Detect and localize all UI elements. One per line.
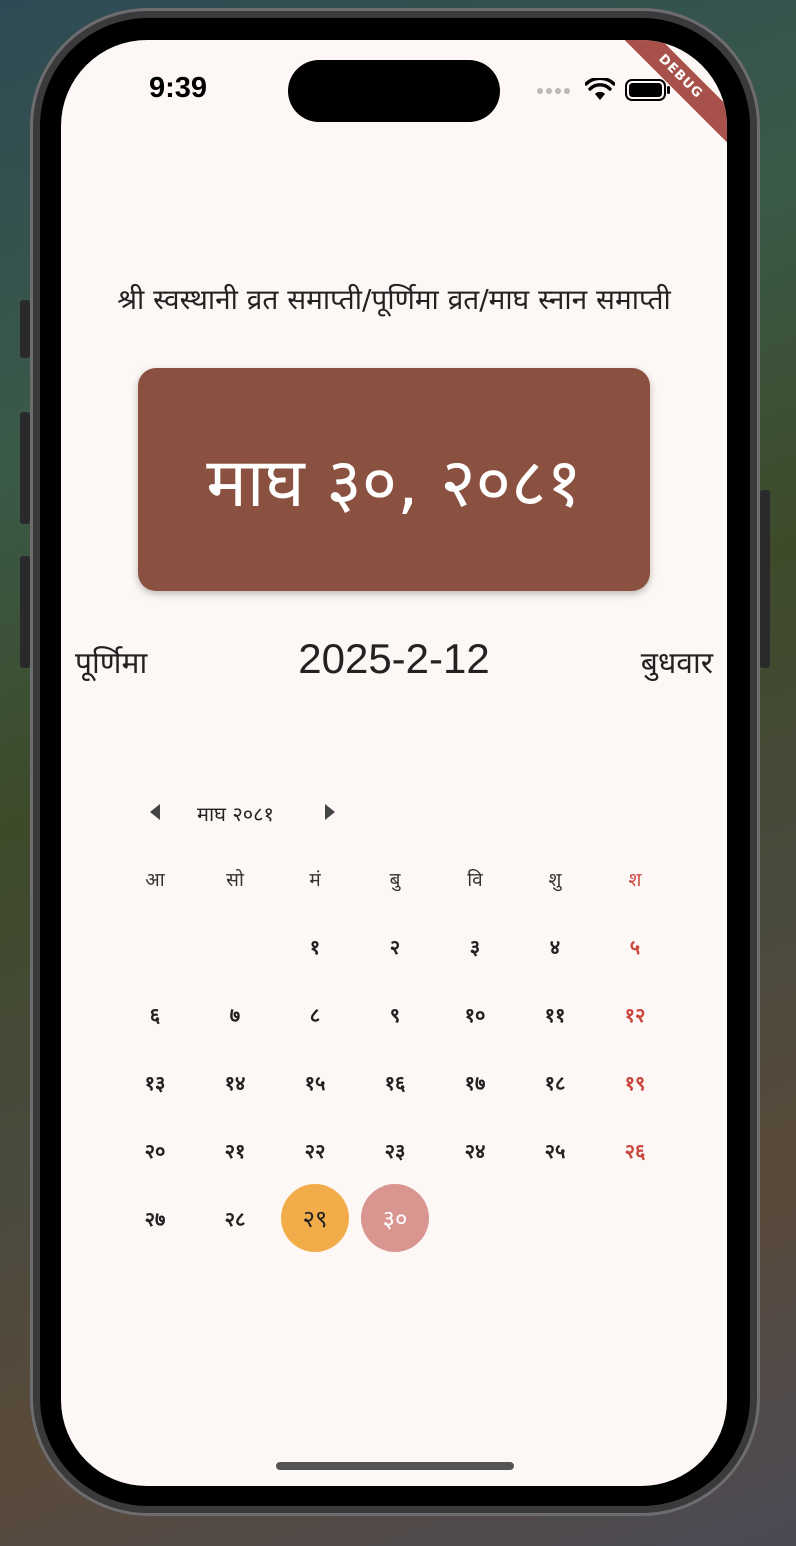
home-indicator[interactable] (276, 1462, 514, 1470)
calendar-day[interactable]: १६ (361, 1048, 429, 1116)
calendar-day[interactable]: ४ (521, 912, 589, 980)
wifi-icon (585, 78, 615, 100)
calendar-day[interactable]: ११ (521, 980, 589, 1048)
volume-up-button (20, 412, 30, 524)
weekday-label: बुधवार (640, 646, 713, 681)
gregorian-date: 2025-2-12 (298, 635, 490, 682)
nepali-date-card[interactable]: माघ ३०, २०८१ (138, 368, 650, 591)
prev-month-icon[interactable] (150, 804, 160, 820)
calendar-day[interactable]: २ (361, 912, 429, 980)
calendar-day[interactable]: ३ (441, 912, 509, 980)
calendar-day[interactable]: २७ (121, 1184, 189, 1252)
next-month-icon[interactable] (325, 804, 335, 820)
power-button (760, 490, 770, 668)
calendar-day[interactable]: ६ (121, 980, 189, 1048)
calendar-day[interactable]: १ (281, 912, 349, 980)
calendar-day[interactable]: १७ (441, 1048, 509, 1116)
calendar-day[interactable]: ३० (361, 1184, 429, 1252)
calendar-day[interactable]: २२ (281, 1116, 349, 1184)
weekday-tue: मं (309, 869, 321, 891)
calendar-day[interactable]: १२ (601, 980, 669, 1048)
calendar-day[interactable]: २३ (361, 1116, 429, 1184)
battery-icon (625, 79, 670, 101)
calendar-day[interactable]: २५ (521, 1116, 589, 1184)
calendar-day[interactable]: २८ (201, 1184, 269, 1252)
weekday-mon: सो (226, 869, 244, 891)
calendar-day[interactable]: २० (121, 1116, 189, 1184)
calendar-day[interactable]: १० (441, 980, 509, 1048)
calendar-day[interactable]: १३ (121, 1048, 189, 1116)
nepali-date-text: माघ ३०, २०८१ (206, 444, 582, 523)
weekday-wed: बु (389, 869, 401, 891)
calendar-day[interactable]: २९ (281, 1184, 349, 1252)
weekday-header-row: आ सो मं बु वि शु श (115, 866, 675, 896)
weekday-sat: श (628, 869, 642, 891)
calendar-day[interactable]: ९ (361, 980, 429, 1048)
calendar-day[interactable]: २४ (441, 1116, 509, 1184)
calendar-day[interactable]: १९ (601, 1048, 669, 1116)
calendar-month-label: माघ २०८१ (197, 802, 274, 826)
calendar-day[interactable]: ५ (601, 912, 669, 980)
calendar-day[interactable]: १४ (201, 1048, 269, 1116)
signal-icon (537, 88, 570, 94)
volume-down-button (20, 556, 30, 668)
weekday-thu: वि (467, 869, 483, 891)
calendar-day[interactable]: १५ (281, 1048, 349, 1116)
date-info-row: पूर्णिमा 2025-2-12 बुधवार (61, 635, 727, 689)
calendar-day[interactable]: २६ (601, 1116, 669, 1184)
calendar-day[interactable]: ७ (201, 980, 269, 1048)
weekday-sun: आ (145, 869, 165, 891)
calendar-day[interactable]: २१ (201, 1116, 269, 1184)
status-time: 9:39 (149, 72, 208, 104)
action-button (20, 300, 30, 358)
weekday-fri: शु (548, 869, 562, 891)
calendar-day[interactable]: ८ (281, 980, 349, 1048)
app-screen: 9:39 DEBUG श्री स्वस्थानी व्रत समाप्ती/प… (61, 40, 727, 1486)
event-title: श्री स्वस्थानी व्रत समाप्ती/पूर्णिमा व्र… (117, 283, 671, 316)
calendar-day[interactable]: १८ (521, 1048, 589, 1116)
dynamic-island (288, 60, 500, 122)
calendar-day-grid: १ २ ३ ४ ५ ६ ७ ८ ९ १० ११ १२ १३ १४ १५ १६ १७ १८ १९ २० २१ २२ २३ २४ २… (115, 916, 675, 1256)
calendar-header: माघ २०८१ (145, 798, 365, 828)
